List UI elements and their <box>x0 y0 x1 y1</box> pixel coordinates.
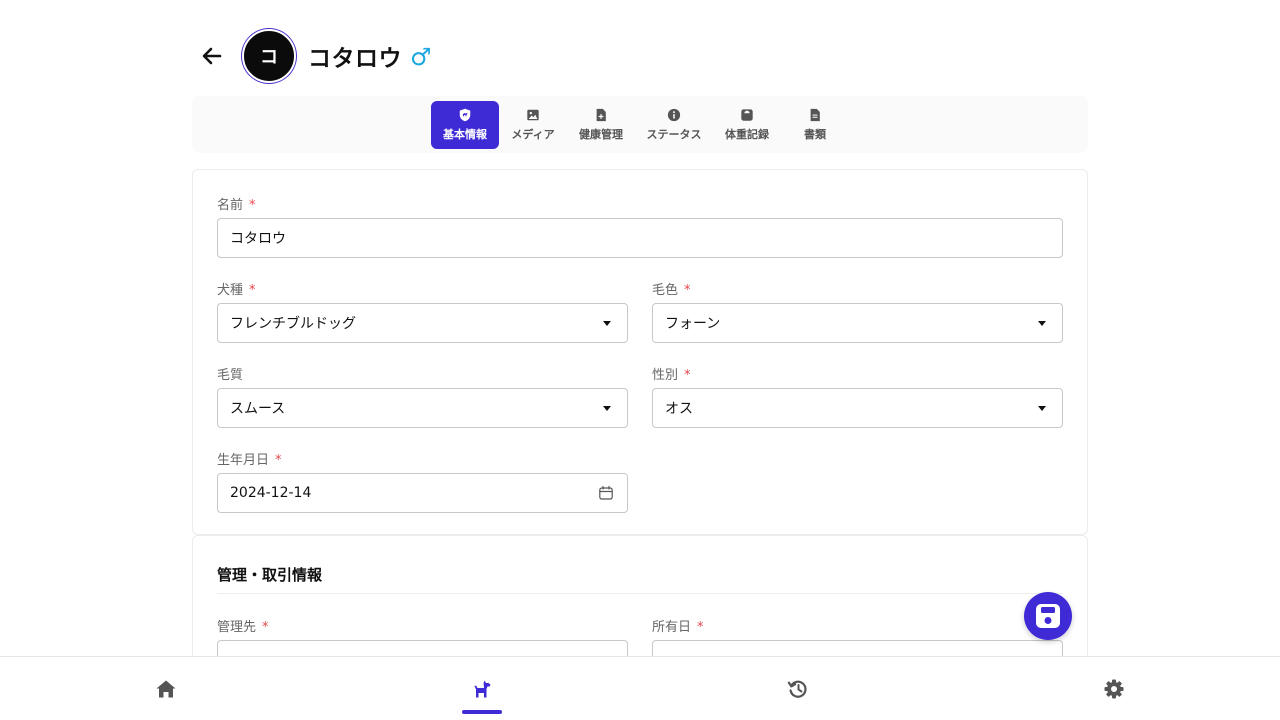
required-mark: * <box>249 198 256 213</box>
sex-field-group: 性別 * オス <box>652 368 1063 428</box>
floppy-disk-icon <box>1036 604 1060 628</box>
breed-field-group: 犬種 * フレンチブルドッグ <box>217 283 628 343</box>
coat-color-select[interactable]: フォーン <box>652 303 1063 343</box>
active-indicator <box>462 710 502 714</box>
birthdate-input[interactable]: 2024-12-14 <box>217 473 628 513</box>
name-input[interactable]: コタロウ <box>217 218 1063 258</box>
file-medical-icon <box>596 108 606 121</box>
avatar: コ <box>242 29 296 83</box>
coat-type-field-group: 毛質 スムース <box>217 368 628 428</box>
manager-label: 管理先 <box>217 620 257 635</box>
calendar-icon[interactable] <box>598 485 614 501</box>
section-title: 管理・取引情報 <box>217 566 323 584</box>
tab-bar: 基本情報 メディア 健康管理 ステータス 体重記録 書類 <box>192 96 1088 153</box>
required-mark: * <box>684 283 691 298</box>
dog-icon <box>474 680 491 698</box>
coat-type-label: 毛質 <box>217 368 244 383</box>
name-field-group: 名前 * コタロウ <box>217 198 1063 258</box>
required-mark: * <box>684 368 691 383</box>
caret-down-icon <box>1038 321 1046 326</box>
coat-color-field-group: 毛色 * フォーン <box>652 283 1063 343</box>
coat-color-value: フォーン <box>665 316 721 332</box>
caret-down-icon <box>603 321 611 326</box>
gear-icon <box>1104 679 1124 699</box>
nav-history[interactable] <box>758 657 838 720</box>
owned-date-label: 所有日 <box>652 620 692 635</box>
tab-weight[interactable]: 体重記録 <box>713 101 781 149</box>
basic-info-card: 名前 * コタロウ 犬種 * フレンチブルドッグ 毛色 * フォーン 毛質 スムース … <box>192 169 1088 535</box>
tab-basic-info[interactable]: 基本情報 <box>431 100 499 149</box>
tab-documents[interactable]: 書類 <box>781 101 849 149</box>
required-mark: * <box>249 283 256 298</box>
save-button[interactable] <box>1024 592 1072 640</box>
home-icon <box>156 680 176 698</box>
divider <box>217 593 1063 594</box>
sex-select[interactable]: オス <box>652 388 1063 428</box>
caret-down-icon <box>1038 406 1046 411</box>
bottom-navigation <box>0 656 1280 720</box>
info-circle-icon <box>667 108 681 121</box>
birthdate-field-group: 生年月日 * 2024-12-14 <box>217 453 628 513</box>
breed-label: 犬種 <box>217 283 244 298</box>
arrow-left-icon <box>202 47 222 65</box>
nav-home[interactable] <box>126 657 206 720</box>
nav-settings[interactable] <box>1074 657 1154 720</box>
shield-dog-icon <box>459 108 471 121</box>
page-header: コ コタロウ ♂ <box>192 28 432 84</box>
tab-health[interactable]: 健康管理 <box>567 101 635 149</box>
tab-media[interactable]: メディア <box>499 101 567 149</box>
required-mark: * <box>697 620 704 635</box>
dog-detail-page: コ コタロウ ♂ 基本情報 メディア 健康管理 ステータス 体重記録 書類 名前… <box>0 0 1280 720</box>
male-icon: ♂ <box>410 43 432 71</box>
name-value: コタロウ <box>230 231 286 247</box>
page-title: コタロウ <box>308 46 402 72</box>
back-button[interactable] <box>192 36 232 76</box>
sex-label: 性別 <box>652 368 679 383</box>
sex-value: オス <box>665 401 693 417</box>
required-mark: * <box>262 620 269 635</box>
name-label: 名前 <box>217 198 244 213</box>
history-icon <box>787 680 807 698</box>
coat-type-select[interactable]: スムース <box>217 388 628 428</box>
caret-down-icon <box>603 406 611 411</box>
required-mark: * <box>275 453 282 468</box>
coat-type-value: スムース <box>230 401 286 417</box>
breed-value: フレンチブルドッグ <box>230 316 356 332</box>
nav-dogs[interactable] <box>442 657 522 720</box>
breed-select[interactable]: フレンチブルドッグ <box>217 303 628 343</box>
birthdate-label: 生年月日 <box>217 453 270 468</box>
tab-status[interactable]: ステータス <box>635 101 713 149</box>
avatar-initial: コ <box>260 47 278 68</box>
image-icon <box>527 109 539 120</box>
document-icon <box>810 108 820 121</box>
coat-color-label: 毛色 <box>652 283 679 298</box>
weight-scale-icon <box>741 108 753 121</box>
birthdate-value: 2024-12-14 <box>230 485 312 501</box>
